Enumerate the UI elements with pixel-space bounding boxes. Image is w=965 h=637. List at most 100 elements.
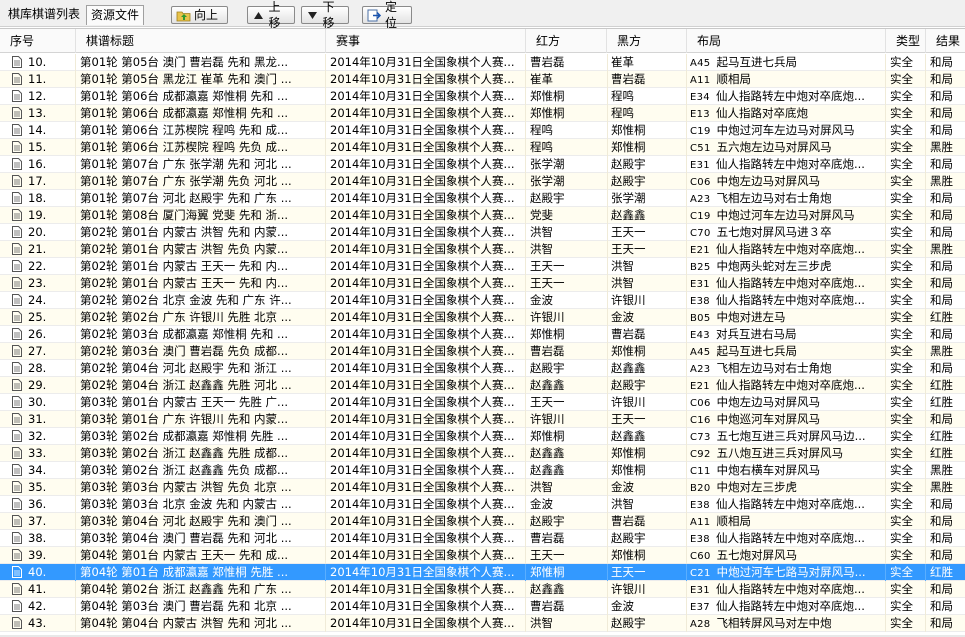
- row-opening-name: 仙人指路转左中炮对卒底炮...: [715, 89, 865, 103]
- table-row[interactable]: 30. 第03轮 第01台 内蒙古 王天一 先胜 广... 2014年10月31日全…: [0, 394, 965, 411]
- column-header-type[interactable]: 类型: [886, 29, 926, 53]
- row-event: 2014年10月31日全国象棋个人赛...: [330, 326, 526, 343]
- row-red-player: 洪智: [530, 615, 608, 632]
- row-black-player: 赵殿宇: [611, 530, 687, 547]
- column-header-red[interactable]: 红方: [526, 29, 607, 53]
- row-black-player: 赵鑫鑫: [611, 207, 687, 224]
- document-icon: [12, 209, 22, 221]
- table-row[interactable]: 41. 第04轮 第02台 浙江 赵鑫鑫 先和 广东 ... 2014年10月31日…: [0, 581, 965, 598]
- table-row[interactable]: 36. 第03轮 第03台 北京 金波 先和 内蒙古 ... 2014年10月31日…: [0, 496, 965, 513]
- row-event: 2014年10月31日全国象棋个人赛...: [330, 496, 526, 513]
- move-up-button[interactable]: 上移: [247, 0, 295, 30]
- table-row[interactable]: 33. 第03轮 第02台 浙江 赵鑫鑫 先胜 成都... 2014年10月31日全…: [0, 445, 965, 462]
- column-header-title[interactable]: 棋谱标题: [76, 29, 326, 53]
- table-row[interactable]: 13. 第01轮 第06台 成都瀛嘉 郑惟桐 先和 ... 2014年10月31日全…: [0, 105, 965, 122]
- row-opening-name: 仙人指路转左中炮对卒底炮...: [715, 378, 865, 392]
- table-row[interactable]: 42. 第04轮 第03台 澳门 曹岩磊 先和 北京 ... 2014年10月31日…: [0, 598, 965, 615]
- table-row[interactable]: 26. 第02轮 第03台 成都瀛嘉 郑惟桐 先和 ... 2014年10月31日全…: [0, 326, 965, 343]
- row-event: 2014年10月31日全国象棋个人赛...: [330, 479, 526, 496]
- column-header-result[interactable]: 结果: [926, 29, 965, 53]
- up-button[interactable]: 向上: [171, 6, 228, 24]
- row-opening-code: C21: [690, 568, 711, 579]
- row-opening-code: E37: [690, 602, 710, 613]
- row-black-player: 郑惟桐: [611, 547, 687, 564]
- table-row[interactable]: 16. 第01轮 第07台 广东 张学潮 先和 河北 ... 2014年10月31日…: [0, 156, 965, 173]
- row-number: 20.: [28, 224, 76, 241]
- table-row[interactable]: 40. 第04轮 第01台 成都瀛嘉 郑惟桐 先胜 ... 2014年10月31日全…: [0, 564, 965, 581]
- table-row[interactable]: 11. 第01轮 第05台 黑龙江 崔革 先和 澳门 ... 2014年10月31日…: [0, 71, 965, 88]
- row-red-player: 赵鑫鑫: [530, 377, 608, 394]
- table-row[interactable]: 20. 第02轮 第01台 内蒙古 洪智 先和 内蒙... 2014年10月31日全…: [0, 224, 965, 241]
- tab-resource-files[interactable]: 资源文件: [86, 5, 145, 25]
- column-header-event[interactable]: 赛事: [326, 29, 526, 53]
- row-title: 第03轮 第04台 河北 赵殿宇 先和 澳门 ...: [80, 513, 326, 530]
- table-row[interactable]: 14. 第01轮 第06台 江苏楔院 程鸣 先和 成... 2014年10月31日全…: [0, 122, 965, 139]
- row-red-player: 赵殿宇: [530, 360, 608, 377]
- row-number: 25.: [28, 309, 76, 326]
- row-opening: C73 五七炮互进三兵对屏风马边...: [690, 428, 886, 445]
- row-black-player: 赵殿宇: [611, 615, 687, 632]
- row-black-player: 曹岩磊: [611, 71, 687, 88]
- row-type: 实全: [890, 462, 926, 479]
- row-red-player: 许银川: [530, 411, 608, 428]
- row-event: 2014年10月31日全国象棋个人赛...: [330, 343, 526, 360]
- row-number: 22.: [28, 258, 76, 275]
- move-down-button-label: 下移: [322, 0, 335, 30]
- row-result: 和局: [930, 412, 953, 426]
- table-row[interactable]: 25. 第02轮 第02台 广东 许银川 先胜 北京 ... 2014年10月31日…: [0, 309, 965, 326]
- row-number: 29.: [28, 377, 76, 394]
- table-row[interactable]: 17. 第01轮 第07台 广东 张学潮 先负 河北 ... 2014年10月31日…: [0, 173, 965, 190]
- table-row[interactable]: 28. 第02轮 第04台 河北 赵殿宇 先和 浙江 ... 2014年10月31日…: [0, 360, 965, 377]
- row-result: 和局: [930, 89, 953, 103]
- table-row[interactable]: 34. 第03轮 第02台 浙江 赵鑫鑫 先负 成都... 2014年10月31日全…: [0, 462, 965, 479]
- row-opening-name: 顺相局: [716, 72, 751, 86]
- row-event: 2014年10月31日全国象棋个人赛...: [330, 224, 526, 241]
- row-red-player: 赵殿宇: [530, 513, 608, 530]
- column-header-opening[interactable]: 布局: [687, 29, 886, 53]
- row-number: 16.: [28, 156, 76, 173]
- row-black-player: 许银川: [611, 394, 687, 411]
- row-number: 18.: [28, 190, 76, 207]
- table-row[interactable]: 18. 第01轮 第07台 河北 赵殿宇 先和 广东 ... 2014年10月31日…: [0, 190, 965, 207]
- table-row[interactable]: 35. 第03轮 第03台 内蒙古 洪智 先负 北京 ... 2014年10月31日…: [0, 479, 965, 496]
- document-icon: [12, 617, 22, 629]
- table-row[interactable]: 21. 第02轮 第01台 内蒙古 洪智 先负 内蒙... 2014年10月31日全…: [0, 241, 965, 258]
- row-result: 红胜: [930, 446, 953, 460]
- table-row[interactable]: 38. 第03轮 第04台 澳门 曹岩磊 先和 河北 ... 2014年10月31日…: [0, 530, 965, 547]
- row-title: 第02轮 第03台 成都瀛嘉 郑惟桐 先和 ...: [80, 326, 326, 343]
- arrow-down-icon: [306, 8, 319, 22]
- table-row[interactable]: 22. 第02轮 第01台 内蒙古 王天一 先和 内... 2014年10月31日全…: [0, 258, 965, 275]
- table-row[interactable]: 27. 第02轮 第03台 澳门 曹岩磊 先负 成都... 2014年10月31日全…: [0, 343, 965, 360]
- row-red-player: 崔革: [530, 71, 608, 88]
- row-opening-name: 起马互进七兵局: [716, 55, 797, 69]
- row-result: 红胜: [930, 395, 953, 409]
- document-icon: [12, 124, 22, 136]
- column-header-black[interactable]: 黑方: [607, 29, 687, 53]
- grid-header: 序号 棋谱标题 赛事 红方 黑方 布局 类型 结果: [0, 29, 965, 53]
- table-row[interactable]: 24. 第02轮 第02台 北京 金波 先和 广东 许... 2014年10月31日…: [0, 292, 965, 309]
- arrow-up-icon: [252, 8, 265, 22]
- column-header-num[interactable]: 序号: [0, 29, 76, 53]
- row-red-player: 洪智: [530, 479, 608, 496]
- row-type: 实全: [890, 241, 926, 258]
- table-row[interactable]: 23. 第02轮 第01台 内蒙古 王天一 先和 内... 2014年10月31日全…: [0, 275, 965, 292]
- document-icon: [12, 192, 22, 204]
- table-row[interactable]: 29. 第02轮 第04台 浙江 赵鑫鑫 先胜 河北 ... 2014年10月31日…: [0, 377, 965, 394]
- row-opening-code: C60: [690, 551, 711, 562]
- tab-game-list[interactable]: 棋库棋谱列表: [4, 5, 85, 25]
- row-opening: B20 中炮对左三步虎: [690, 479, 886, 496]
- table-row[interactable]: 31. 第03轮 第01台 广东 许银川 先和 内蒙... 2014年10月31日全…: [0, 411, 965, 428]
- table-row[interactable]: 32. 第03轮 第02台 成都瀛嘉 郑惟桐 先胜 ... 2014年10月31日全…: [0, 428, 965, 445]
- table-row[interactable]: 39. 第04轮 第01台 内蒙古 王天一 先和 成... 2014年10月31日全…: [0, 547, 965, 564]
- table-row[interactable]: 43. 第04轮 第04台 内蒙古 洪智 先和 河北 ... 2014年10月31日…: [0, 615, 965, 632]
- row-type: 实全: [890, 88, 926, 105]
- move-down-button[interactable]: 下移: [301, 0, 349, 30]
- table-row[interactable]: 37. 第03轮 第04台 河北 赵殿宇 先和 澳门 ... 2014年10月31日…: [0, 513, 965, 530]
- table-row[interactable]: 12. 第01轮 第06台 成都瀛嘉 郑惟桐 先和 ... 2014年10月31日全…: [0, 88, 965, 105]
- table-row[interactable]: 19. 第01轮 第08台 厦门海翼 党斐 先和 浙... 2014年10月31日全…: [0, 207, 965, 224]
- row-opening-code: E21: [690, 381, 710, 392]
- table-row[interactable]: 10. 第01轮 第05台 澳门 曹岩磊 先和 黑龙... 2014年10月31日全…: [0, 54, 965, 71]
- locate-button[interactable]: 定位: [362, 0, 412, 30]
- table-row[interactable]: 15. 第01轮 第06台 江苏楔院 程鸣 先负 成... 2014年10月31日全…: [0, 139, 965, 156]
- row-title: 第01轮 第06台 江苏楔院 程鸣 先和 成...: [80, 122, 326, 139]
